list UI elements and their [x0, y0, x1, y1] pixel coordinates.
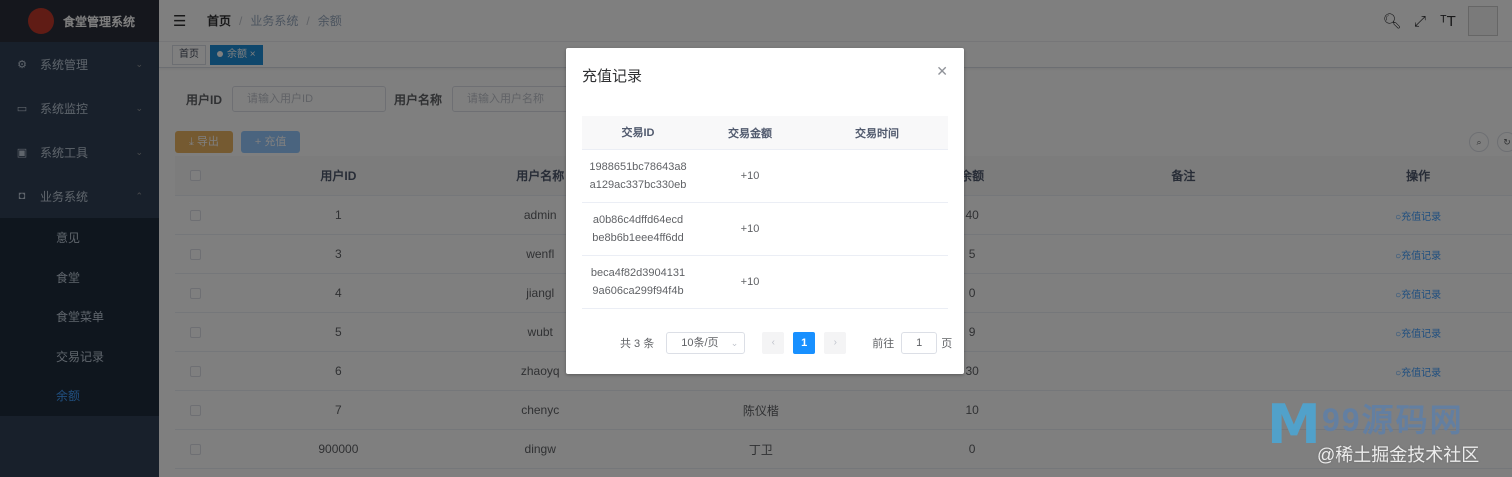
page-number-current[interactable]: 1: [793, 332, 816, 354]
page-size-value: 10条/页: [681, 337, 719, 349]
next-page-button[interactable]: ›: [824, 332, 847, 354]
close-icon[interactable]: ✕: [936, 63, 948, 80]
dialog-title: 充值记录: [582, 68, 643, 85]
goto-suffix: 页: [941, 338, 953, 350]
amount-cell: +10: [740, 276, 760, 288]
page-size-select[interactable]: 10条/页 ⌄: [666, 332, 746, 354]
table-row: beca4f82d3904131 9a606ca299f94f4b +10: [582, 256, 948, 309]
column-header: 交易时间: [855, 127, 899, 140]
table-row: a0b86c4dffd64ecd be8b6b1eee4ff6dd +10: [582, 203, 948, 256]
amount-cell: +10: [740, 170, 760, 182]
transaction-id-cell: 1988651bc78643a8 a129ac337bc330eb: [582, 158, 694, 194]
chevron-down-icon: ⌄: [730, 338, 739, 348]
column-header: 交易ID: [621, 126, 655, 139]
amount-cell: +10: [740, 223, 760, 235]
watermark-logo: M: [1267, 393, 1321, 456]
transaction-id-line: 9a606ca299f94f4b: [592, 285, 684, 297]
pagination: 共 3 条 10条/页 ⌄ ‹ 1 › 前往 1 页: [620, 332, 952, 354]
pagination-total: 共 3 条: [620, 338, 655, 350]
column-header: 交易金额: [728, 127, 772, 140]
records-table: 交易ID 交易金额 交易时间 1988651bc78643a8 a129ac337…: [582, 116, 948, 309]
transaction-id-line: a0b86c4dffd64ecd: [592, 214, 684, 226]
table-row: 1988651bc78643a8 a129ac337bc330eb +10: [582, 150, 948, 203]
transaction-id-line: beca4f82d3904131: [590, 267, 686, 279]
watermark-brand: 99源码网: [1322, 402, 1464, 438]
goto-page-input[interactable]: 1: [901, 332, 938, 354]
recharge-records-dialog: 充值记录 ✕ 交易ID 交易金额 交易时间 1988651bc78643a8 a1…: [566, 48, 964, 374]
transaction-id-line: a129ac337bc330eb: [589, 179, 687, 191]
transaction-id-cell: a0b86c4dffd64ecd be8b6b1eee4ff6dd: [582, 211, 694, 247]
goto-prefix: 前往: [872, 338, 895, 350]
watermark: M 99源码网 @稀土掘金技术社区: [1267, 393, 1507, 468]
watermark-subtitle: @稀土掘金技术社区: [1317, 445, 1480, 465]
transaction-id-line: be8b6b1eee4ff6dd: [592, 232, 684, 244]
transaction-id-line: 1988651bc78643a8: [589, 161, 687, 173]
prev-page-button[interactable]: ‹: [762, 332, 785, 354]
transaction-id-cell: beca4f82d3904131 9a606ca299f94f4b: [582, 264, 694, 300]
records-table-header: 交易ID 交易金额 交易时间: [582, 116, 948, 150]
